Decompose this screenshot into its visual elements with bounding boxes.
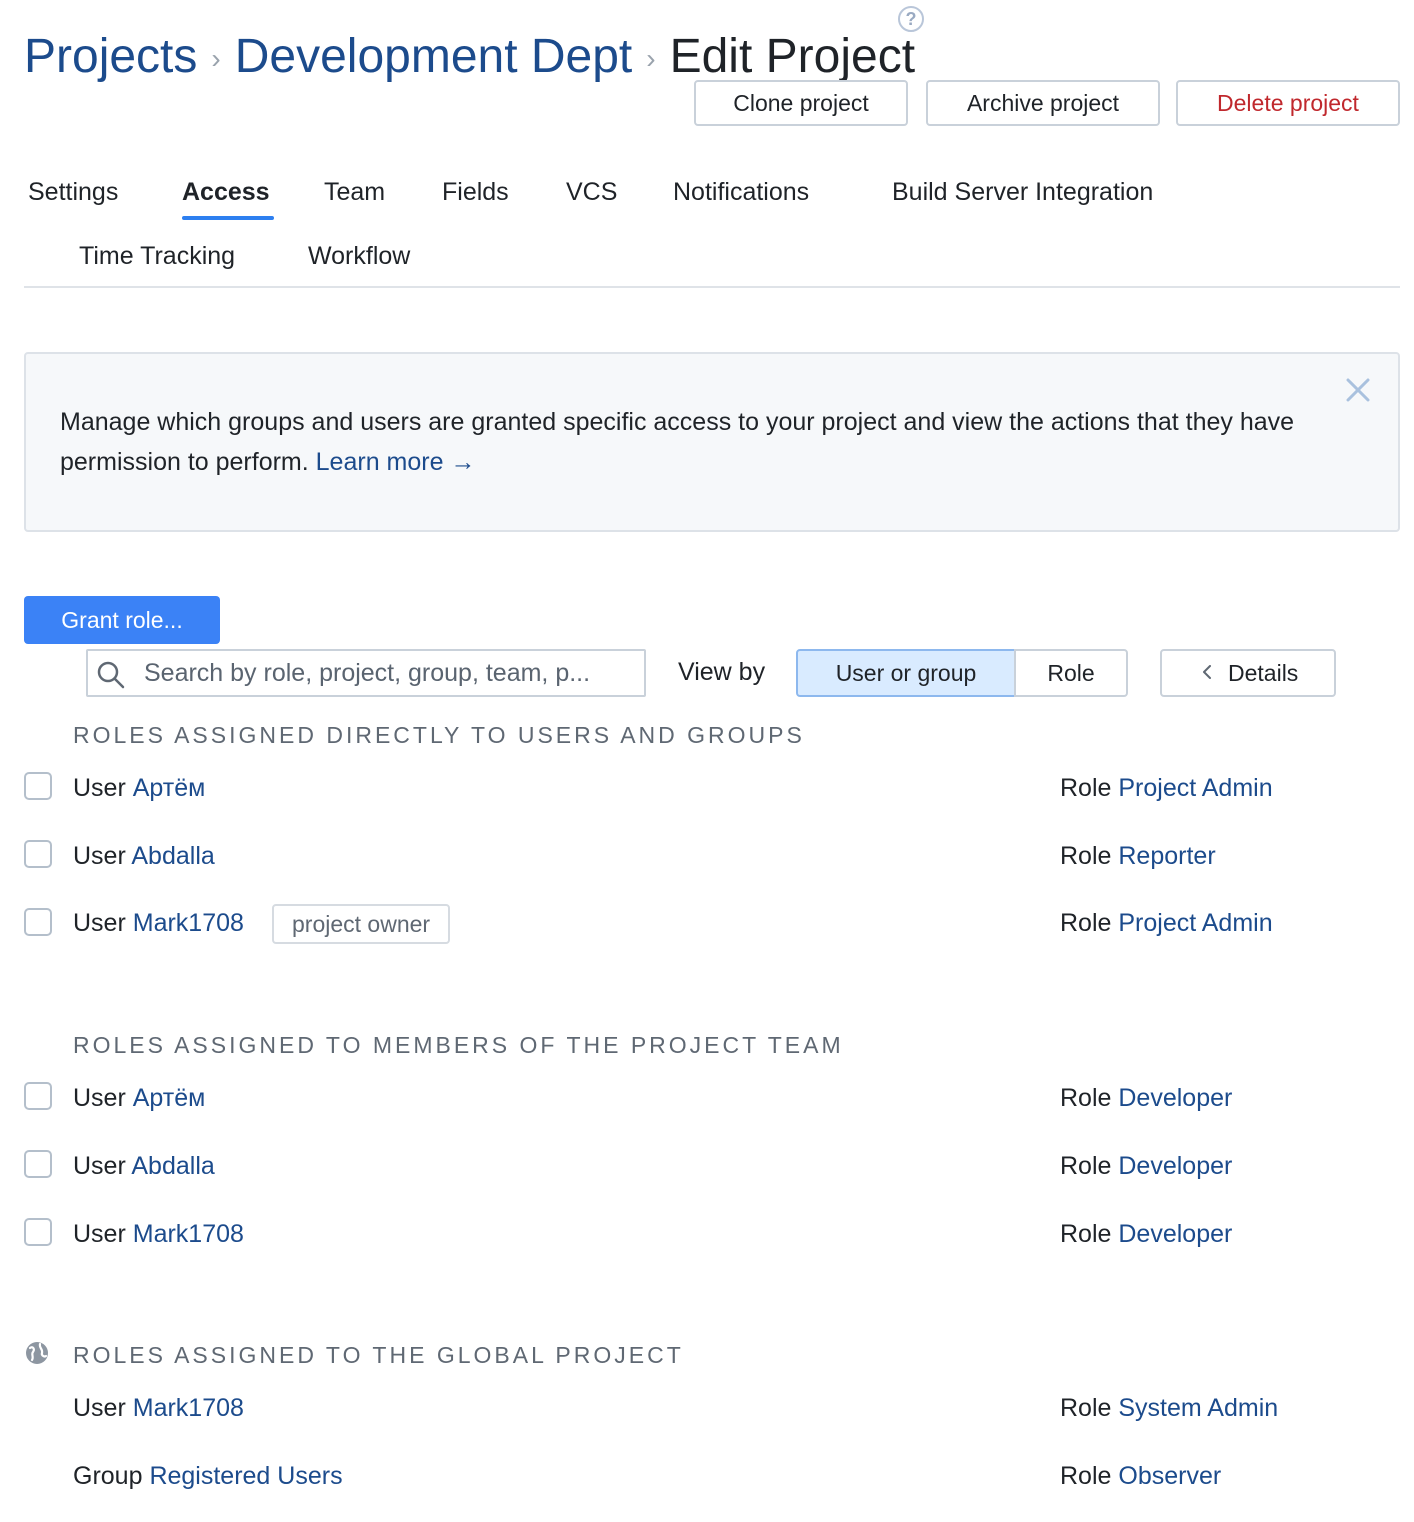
details-button[interactable]: Details (1160, 649, 1336, 697)
row-role: Role Project Admin (1060, 909, 1273, 938)
row-subject: User Mark1708 (73, 1220, 244, 1249)
tab-team[interactable]: Team (324, 178, 385, 207)
search-icon (97, 661, 125, 689)
search-box[interactable] (86, 649, 646, 697)
row-subject: User Mark1708 (73, 909, 244, 938)
subject-type: User (73, 774, 126, 802)
user-link[interactable]: Артём (133, 1084, 206, 1112)
role-prefix: Role (1060, 1220, 1112, 1248)
banner-message: Manage which groups and users are grante… (60, 408, 1295, 476)
row-subject: User Артём (73, 774, 205, 803)
tab-notifications[interactable]: Notifications (673, 178, 809, 207)
row-subject: User Mark1708 (73, 1394, 244, 1423)
role-prefix: Role (1060, 909, 1112, 937)
row-subject: User Артём (73, 1084, 205, 1113)
view-by-user-or-group[interactable]: User or group (796, 649, 1016, 697)
tabs-divider (24, 286, 1400, 288)
tab-build-server-integration[interactable]: Build Server Integration (892, 178, 1153, 207)
archive-project-button[interactable]: Archive project (926, 80, 1160, 126)
tab-time-tracking[interactable]: Time Tracking (79, 242, 235, 271)
section-heading-global: ROLES ASSIGNED TO THE GLOBAL PROJECT (73, 1342, 684, 1368)
details-label: Details (1228, 660, 1299, 686)
subject-type: User (73, 909, 126, 937)
subject-type: User (73, 1152, 126, 1180)
role-link[interactable]: Observer (1118, 1462, 1221, 1490)
role-prefix: Role (1060, 1394, 1112, 1422)
role-link[interactable]: Project Admin (1118, 909, 1272, 937)
row-checkbox[interactable] (24, 1150, 52, 1178)
subject-type: User (73, 1220, 126, 1248)
row-checkbox[interactable] (24, 1082, 52, 1110)
role-link[interactable]: Developer (1118, 1084, 1232, 1112)
user-link[interactable]: Abdalla (131, 1152, 214, 1180)
role-link[interactable]: Developer (1118, 1220, 1232, 1248)
group-link[interactable]: Registered Users (149, 1462, 342, 1490)
row-subject: Group Registered Users (73, 1462, 343, 1491)
breadcrumb-development-dept[interactable]: Development Dept (235, 30, 633, 83)
row-subject: User Abdalla (73, 1152, 215, 1181)
row-checkbox[interactable] (24, 908, 52, 936)
search-input[interactable] (144, 651, 638, 695)
row-checkbox[interactable] (24, 1218, 52, 1246)
chevron-left-icon (1203, 665, 1211, 679)
subject-type: Group (73, 1462, 143, 1490)
tab-fields[interactable]: Fields (442, 178, 509, 207)
role-link[interactable]: System Admin (1118, 1394, 1278, 1422)
user-link[interactable]: Mark1708 (133, 1394, 244, 1422)
user-link[interactable]: Артём (133, 774, 206, 802)
section-heading-team: ROLES ASSIGNED TO MEMBERS OF THE PROJECT… (73, 1032, 844, 1058)
view-by-role[interactable]: Role (1014, 649, 1128, 697)
row-role: Role Reporter (1060, 842, 1216, 871)
tab-access[interactable]: Access (182, 178, 270, 207)
row-role: Role Developer (1060, 1084, 1232, 1113)
tab-vcs[interactable]: VCS (566, 178, 617, 207)
globe-icon (26, 1342, 48, 1364)
section-heading-direct: ROLES ASSIGNED DIRECTLY TO USERS AND GRO… (73, 722, 805, 748)
banner-text-block: Manage which groups and users are grante… (60, 402, 1360, 482)
active-tab-indicator (182, 216, 274, 220)
role-link[interactable]: Developer (1118, 1152, 1232, 1180)
learn-more-link[interactable]: Learn more → (316, 448, 476, 476)
subject-type: User (73, 842, 126, 870)
row-role: Role Developer (1060, 1220, 1232, 1249)
row-role: Role System Admin (1060, 1394, 1278, 1423)
page-title: Edit Project (669, 30, 916, 83)
role-link[interactable]: Project Admin (1118, 774, 1272, 802)
view-by-label: View by (678, 658, 766, 686)
close-icon[interactable] (1344, 376, 1372, 404)
clone-project-button[interactable]: Clone project (694, 80, 908, 126)
subject-type: User (73, 1084, 126, 1112)
project-owner-badge: project owner (272, 904, 451, 944)
tab-settings[interactable]: Settings (28, 178, 118, 207)
info-banner: Manage which groups and users are grante… (24, 352, 1400, 532)
role-link[interactable]: Reporter (1118, 842, 1215, 870)
row-checkbox[interactable] (24, 772, 52, 800)
tab-workflow[interactable]: Workflow (308, 242, 410, 271)
row-role: Role Observer (1060, 1462, 1221, 1491)
row-checkbox[interactable] (24, 840, 52, 868)
grant-role-button[interactable]: Grant role... (24, 596, 220, 644)
breadcrumb-projects[interactable]: Projects (24, 30, 197, 83)
row-role: Role Project Admin (1060, 774, 1273, 803)
subject-type: User (73, 1394, 126, 1422)
role-prefix: Role (1060, 842, 1112, 870)
breadcrumb-separator: › (646, 43, 656, 75)
user-link[interactable]: Abdalla (131, 842, 214, 870)
user-link[interactable]: Mark1708 (133, 909, 244, 937)
user-link[interactable]: Mark1708 (133, 1220, 244, 1248)
role-prefix: Role (1060, 1152, 1112, 1180)
row-role: Role Developer (1060, 1152, 1232, 1181)
role-prefix: Role (1060, 774, 1112, 802)
role-prefix: Role (1060, 1084, 1112, 1112)
role-prefix: Role (1060, 1462, 1112, 1490)
breadcrumb-separator: › (211, 43, 221, 75)
delete-project-button[interactable]: Delete project (1176, 80, 1400, 126)
row-subject: User Abdalla (73, 842, 215, 871)
